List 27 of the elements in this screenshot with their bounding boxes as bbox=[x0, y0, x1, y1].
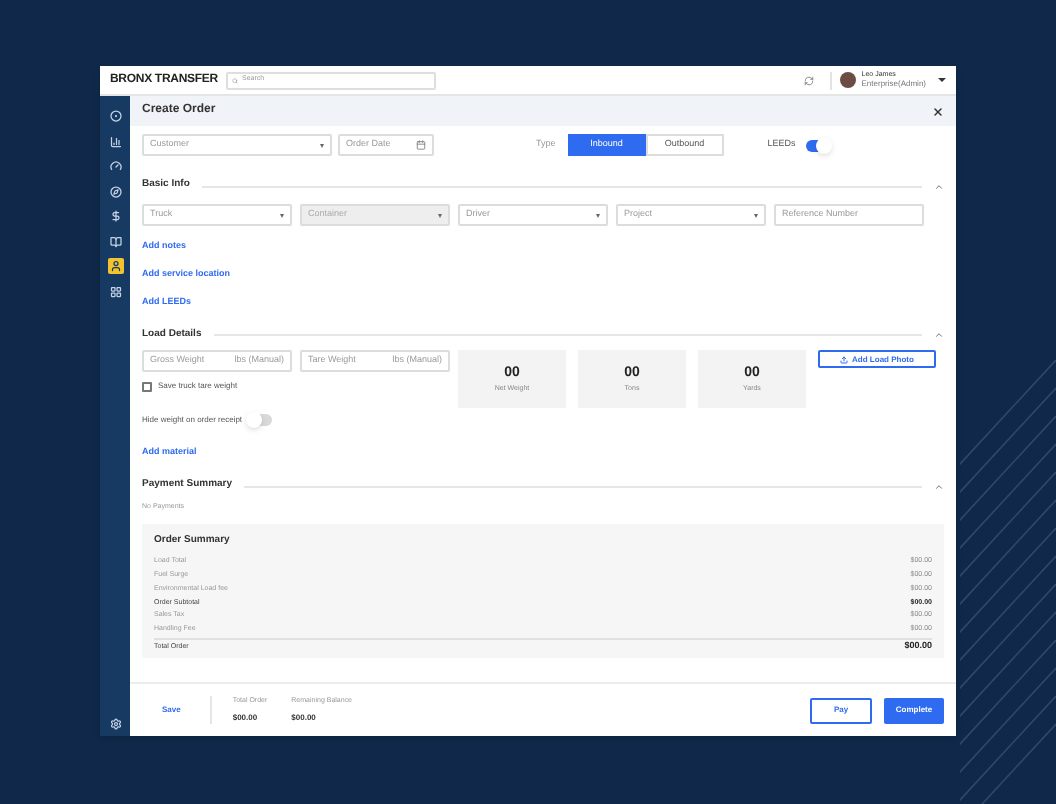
close-icon[interactable] bbox=[932, 105, 944, 117]
collapse-icon[interactable] bbox=[934, 181, 944, 191]
caret-icon bbox=[280, 213, 284, 217]
bar-chart-icon[interactable] bbox=[107, 133, 123, 149]
avatar[interactable] bbox=[839, 72, 856, 88]
circle-dot-icon[interactable] bbox=[107, 108, 123, 124]
compass-icon[interactable] bbox=[107, 183, 123, 199]
toggle-switch[interactable] bbox=[248, 414, 273, 427]
settings-icon[interactable] bbox=[109, 718, 121, 730]
upload-icon bbox=[840, 355, 849, 364]
caret-icon bbox=[596, 213, 600, 217]
toggle-switch[interactable] bbox=[805, 139, 830, 151]
caret-icon[interactable] bbox=[938, 78, 946, 82]
caret-icon bbox=[438, 213, 442, 217]
collapse-icon[interactable] bbox=[934, 481, 944, 491]
refresh-icon[interactable] bbox=[803, 75, 814, 85]
grid-icon[interactable] bbox=[107, 283, 123, 299]
gauge-icon[interactable] bbox=[107, 158, 123, 174]
book-icon[interactable] bbox=[107, 233, 123, 249]
search-icon bbox=[232, 77, 238, 83]
caret-icon bbox=[320, 143, 324, 147]
checkbox[interactable] bbox=[142, 381, 152, 392]
caret-icon bbox=[754, 213, 758, 217]
dollar-icon[interactable] bbox=[107, 208, 123, 224]
user-icon[interactable] bbox=[107, 258, 123, 274]
calendar-icon bbox=[416, 140, 426, 150]
collapse-icon[interactable] bbox=[934, 329, 944, 340]
